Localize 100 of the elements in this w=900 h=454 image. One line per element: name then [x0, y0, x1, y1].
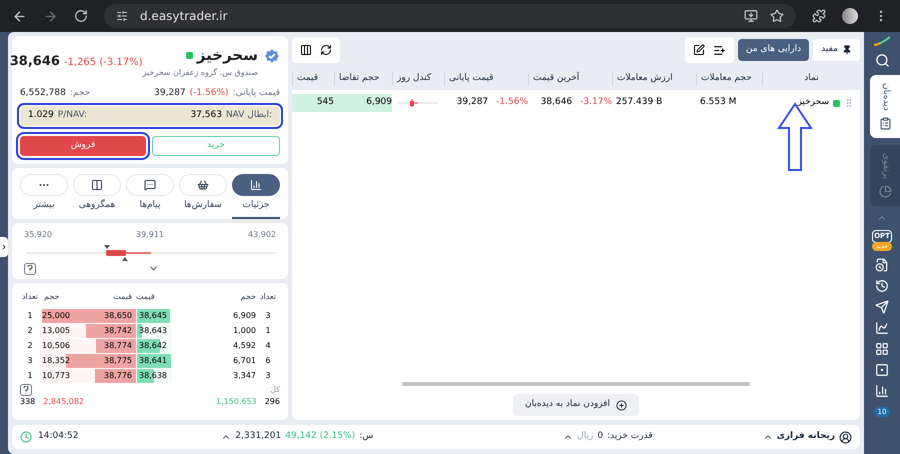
- ask-price: 38,650: [103, 310, 133, 322]
- total-label: کل: [270, 384, 280, 396]
- volume-label: حجم:: [70, 86, 90, 100]
- final-change: (-1.56%): [190, 86, 229, 100]
- detail-tab[interactable]: پیام‌ها: [126, 174, 174, 218]
- history-icon[interactable]: [875, 278, 889, 293]
- bid-volume: 6,701: [232, 354, 256, 366]
- ask-total-volume: 2,845,082: [43, 396, 84, 408]
- detail-tab[interactable]: سفارش‌ها: [179, 174, 227, 218]
- ask-volume: 10,773: [41, 370, 71, 382]
- bid-total-volume: 1,150,653: [216, 396, 257, 408]
- search-icon[interactable]: [874, 53, 890, 68]
- range-low: 35,920: [24, 228, 52, 240]
- profile-avatar[interactable]: [842, 8, 858, 24]
- bid-price: 38,641: [138, 354, 167, 366]
- column-header: قیمت: [292, 72, 334, 86]
- last-price: 38,646: [10, 53, 60, 71]
- range-high: 43,902: [248, 228, 276, 240]
- table-cell-text: 38,646: [540, 96, 572, 110]
- buying-power-label: قدرت خرید:: [607, 430, 653, 444]
- bid-price: 38,638: [138, 370, 167, 382]
- change-cell-text: -1.56%: [496, 96, 528, 110]
- portfolio-icon: [878, 185, 892, 198]
- filter-tab[interactable]: مفید: [813, 39, 860, 61]
- index-label: س:: [359, 430, 374, 444]
- forward-icon[interactable]: [43, 8, 58, 24]
- ask-count: 1: [26, 370, 34, 382]
- bid-count: 1: [264, 324, 272, 336]
- help-icon[interactable]: [20, 384, 32, 396]
- price-change: -1,265 (-3.17%): [64, 56, 143, 70]
- bookmark-icon[interactable]: [770, 9, 784, 23]
- logo-icon: [873, 36, 891, 46]
- collapse-handle[interactable]: [0, 237, 8, 257]
- column-header: قیمت: [136, 290, 156, 302]
- column-header: قیمت: [112, 290, 133, 302]
- detail-tab[interactable]: جزئیات: [232, 174, 280, 218]
- edit-icon[interactable]: [692, 44, 705, 56]
- bid-price: 38,643: [138, 324, 167, 336]
- nav-value: 37,563: [190, 109, 222, 122]
- bid-volume: 4,592: [232, 340, 256, 352]
- add-symbol-button[interactable]: افزودن نماد به دیده‌بان: [513, 394, 639, 416]
- day-candle-drawing: [398, 98, 438, 108]
- add-list-icon[interactable]: [712, 44, 726, 56]
- square-icon[interactable]: [875, 362, 889, 377]
- bid-volume: 3,347: [232, 370, 256, 382]
- bar-chart-icon[interactable]: [875, 384, 889, 398]
- volume-value: 6,552,788: [20, 86, 66, 100]
- tab-icon: [250, 179, 262, 191]
- help-icon[interactable]: [24, 262, 36, 274]
- column-header: ارزش معاملات: [612, 72, 696, 86]
- column-header: تعداد: [20, 290, 40, 302]
- site-settings-icon[interactable]: [116, 10, 128, 22]
- send-icon[interactable]: [875, 300, 889, 314]
- back-icon[interactable]: [12, 8, 27, 24]
- tab-icon: [197, 179, 209, 191]
- sell-button[interactable]: فروش: [20, 136, 146, 156]
- column-header: حجم: [240, 290, 256, 302]
- bid-price: 38,645: [138, 310, 167, 322]
- chart-icon[interactable]: [875, 320, 889, 335]
- ask-count: 2: [26, 340, 34, 352]
- sidebar-tab[interactable]: دیده‌بان: [870, 75, 900, 138]
- bid-count: 3: [264, 310, 272, 322]
- ask-count: 3: [26, 354, 34, 366]
- grid-icon[interactable]: [875, 342, 889, 356]
- table-cell: 6,909: [334, 94, 392, 112]
- clock-icon: [20, 431, 32, 443]
- bid-count: 6: [264, 354, 272, 366]
- filter-tab[interactable]: دارایی های من: [738, 39, 810, 61]
- ask-price: 38,776: [103, 370, 133, 382]
- user-name[interactable]: ریحانه فرازی: [776, 430, 835, 444]
- final-price-label: قیمت پایانی:: [232, 86, 280, 100]
- column-header: حجم معاملات: [696, 72, 762, 86]
- table-cell-text: 39,287: [456, 96, 488, 110]
- columns-icon[interactable]: [300, 44, 312, 56]
- change-cell-text: -3.17%: [580, 96, 612, 110]
- reload-icon[interactable]: [74, 9, 88, 23]
- bid-total-count: 296: [264, 396, 280, 408]
- ask-volume: 13,005: [41, 324, 71, 336]
- install-icon[interactable]: [744, 9, 758, 23]
- clock-time: 14:04:52: [38, 430, 78, 444]
- extensions-icon[interactable]: [812, 9, 826, 23]
- bid-volume: 1,000: [232, 324, 256, 336]
- ask-volume: 18,352: [41, 354, 71, 366]
- table-cell[interactable]: سحرخیز: [797, 96, 829, 110]
- ask-volume: 25,000: [41, 310, 71, 322]
- table-cell-text: 6.553 M: [699, 96, 738, 110]
- detail-tab[interactable]: همگروهی: [73, 174, 121, 218]
- address-bar[interactable]: d.easytrader.ir: [104, 4, 796, 28]
- bid-price: 38,642: [138, 340, 167, 352]
- detail-tab[interactable]: بیشتر: [20, 174, 68, 218]
- horizontal-scrollbar[interactable]: [402, 382, 750, 386]
- order-history-icon[interactable]: [875, 258, 889, 272]
- user-icon[interactable]: [839, 430, 852, 444]
- drag-handle-icon[interactable]: [844, 98, 854, 108]
- column-header: تعداد: [258, 290, 278, 302]
- refresh-icon[interactable]: [320, 44, 332, 56]
- column-header: نماد: [762, 72, 860, 86]
- column-header: حجم تقاضا: [334, 72, 392, 86]
- symbol-name: سحرخیز: [196, 45, 258, 66]
- ask-total-count: 338: [20, 396, 36, 408]
